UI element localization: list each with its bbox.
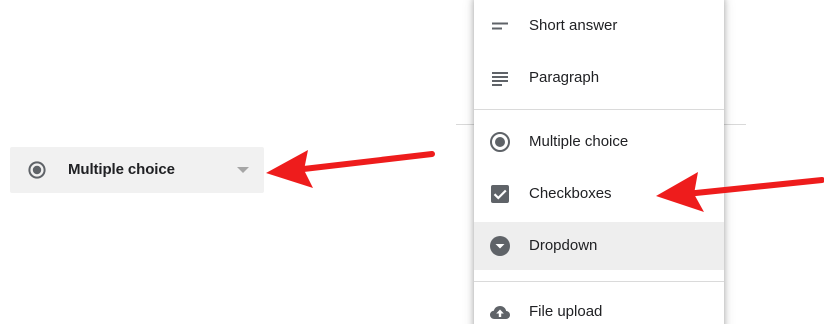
cloud-upload-icon — [490, 306, 510, 319]
menu-item-label: Multiple choice — [529, 133, 629, 150]
menu-item-dropdown[interactable]: Dropdown — [474, 222, 724, 270]
question-type-select[interactable]: Multiple choice — [10, 147, 264, 193]
menu-separator — [474, 281, 724, 282]
menu-item-file-upload[interactable]: File upload — [474, 288, 724, 324]
radio-button-checked-icon — [490, 132, 510, 152]
short-text-icon — [492, 22, 508, 30]
menu-item-label: Short answer — [529, 17, 618, 34]
menu-item-label: Checkboxes — [529, 185, 612, 202]
radio-button-checked-icon — [28, 161, 46, 179]
menu-item-label: Dropdown — [529, 237, 598, 254]
menu-item-short-answer[interactable]: Short answer — [474, 2, 724, 50]
menu-item-multiple-choice[interactable]: Multiple choice — [474, 118, 724, 166]
checkbox-checked-icon — [491, 185, 509, 203]
menu-separator — [474, 109, 724, 110]
arrow-to-checkboxes — [656, 172, 824, 212]
question-type-label: Multiple choice — [68, 161, 175, 178]
screenshot-stage: Multiple choice Short answer Paragraph M… — [0, 0, 824, 324]
menu-item-label: File upload — [529, 303, 603, 320]
paragraph-icon — [492, 72, 508, 86]
menu-item-label: Paragraph — [529, 69, 600, 86]
dropdown-circle-icon — [490, 236, 510, 256]
menu-item-paragraph[interactable]: Paragraph — [474, 54, 724, 102]
arrow-to-select — [266, 150, 435, 188]
caret-down-icon — [237, 167, 249, 173]
